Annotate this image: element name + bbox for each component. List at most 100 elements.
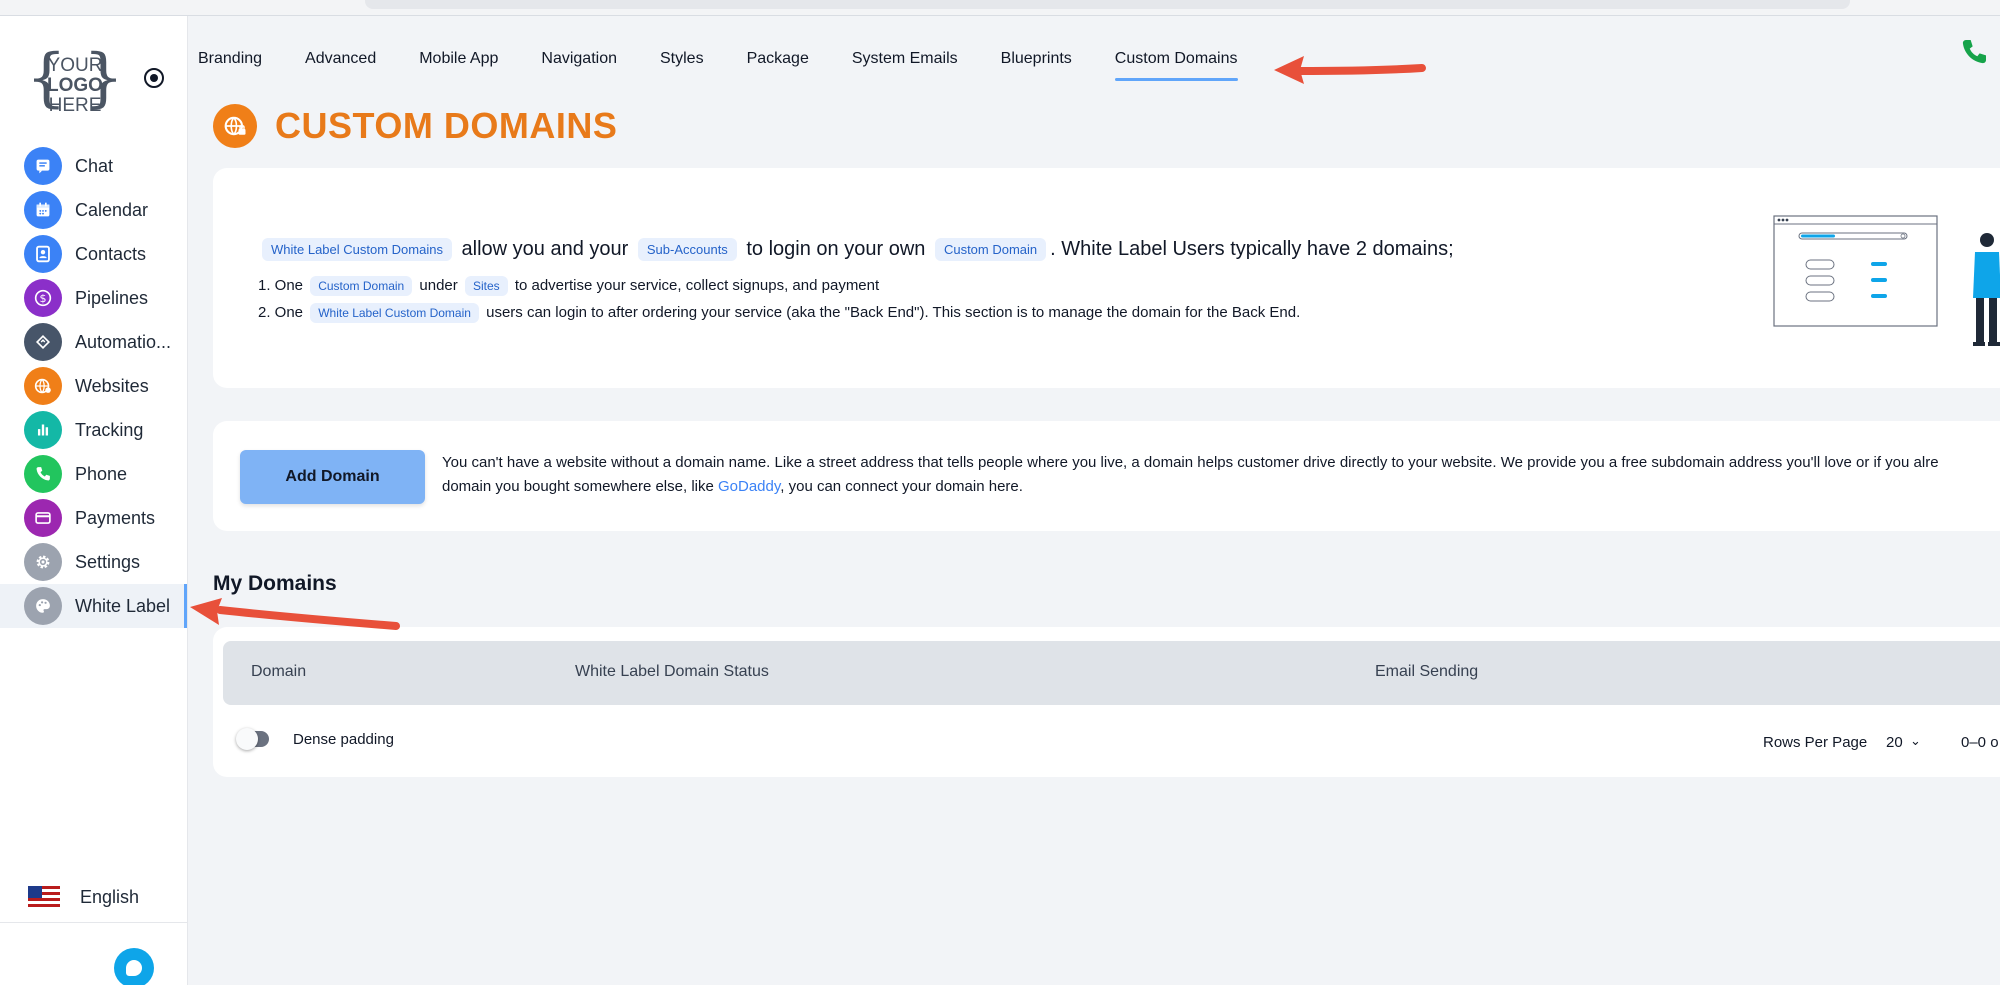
tab-advanced[interactable]: Advanced (305, 46, 376, 86)
sidebar-item-automation[interactable]: Automatio... (0, 320, 187, 364)
domains-table: Domain White Label Domain Status Email S… (213, 627, 2000, 777)
gear-icon (24, 543, 62, 581)
sidebar-item-label: Phone (75, 463, 128, 484)
tab-custom-domains[interactable]: Custom Domains (1114, 46, 1238, 86)
tab-blueprints[interactable]: Blueprints (1001, 46, 1072, 86)
column-header-status[interactable]: White Label Domain Status (575, 663, 769, 681)
page-title: CUSTOM DOMAINS (275, 105, 618, 146)
list-prefix: 2. One (258, 303, 304, 321)
add-domain-button[interactable]: Add Domain (240, 450, 425, 504)
add-domain-card: Add Domain You can't have a website with… (213, 421, 2000, 531)
chip-white-label-custom-domains: White Label Custom Domains (262, 238, 452, 262)
sidebar-item-label: Pipelines (75, 287, 149, 308)
page-header: CUSTOM DOMAINS (213, 104, 617, 148)
info-text: users can login to after ordering your s… (486, 303, 1301, 321)
sidebar-item-label: White Label (75, 595, 171, 616)
chip-custom-domain: Custom Domain (310, 276, 413, 296)
sidebar-item-label: Payments (75, 507, 156, 528)
description-line-1: You can't have a website without a domai… (442, 454, 1939, 471)
list-prefix: 1. One (258, 276, 304, 294)
dense-padding-toggle[interactable] (236, 728, 269, 750)
card-icon (24, 499, 62, 537)
info-list-item-2: 2. One White Label Custom Domain users c… (258, 303, 1300, 323)
sidebar-item-white-label[interactable]: White Label (0, 584, 187, 628)
rows-per-page-select[interactable]: 20 (1886, 734, 1903, 751)
phone-icon (24, 455, 62, 493)
tab-system-emails[interactable]: System Emails (852, 46, 958, 86)
sidebar-item-contacts[interactable]: Contacts (0, 232, 187, 276)
rows-per-page-label: Rows Per Page (1763, 734, 1868, 751)
logo-right-brace: } (83, 41, 124, 115)
illustration-image (1773, 215, 2000, 346)
description-line-2: domain you bought somewhere else, like G… (442, 475, 2000, 499)
chip-sites: Sites (464, 276, 508, 296)
address-bar[interactable] (365, 0, 1850, 9)
sidebar-item-settings[interactable]: Settings (0, 540, 187, 584)
chevron-down-icon[interactable]: ⌄ (1910, 733, 1921, 749)
chip-sub-accounts: Sub-Accounts (637, 238, 737, 262)
sidebar-item-pipelines[interactable]: $ Pipelines (0, 276, 187, 320)
calendar-icon (24, 191, 62, 229)
dense-padding-label: Dense padding (293, 731, 394, 748)
contacts-icon (24, 235, 62, 273)
automation-icon (24, 323, 62, 361)
info-text: under (419, 276, 458, 294)
tab-mobile-app[interactable]: Mobile App (419, 46, 498, 86)
support-chat-icon[interactable] (114, 948, 154, 985)
sidebar-item-payments[interactable]: Payments (0, 496, 187, 540)
sidebar-item-tracking[interactable]: Tracking (0, 408, 187, 452)
tab-styles[interactable]: Styles (660, 46, 704, 86)
table-header: Domain White Label Domain Status Email S… (223, 641, 2000, 705)
sidebar-item-chat[interactable]: Chat (0, 144, 187, 188)
us-flag-icon (28, 886, 60, 908)
godaddy-link[interactable]: GoDaddy (718, 478, 780, 495)
tab-branding[interactable]: Branding (198, 46, 262, 86)
pagination-range: 0–0 o (1961, 734, 1999, 751)
location-switcher-icon[interactable] (144, 68, 164, 88)
tab-package[interactable]: Package (747, 46, 809, 86)
sidebar-divider (0, 922, 187, 923)
sidebar-item-calendar[interactable]: Calendar (0, 188, 187, 232)
chip-custom-domain: Custom Domain (934, 238, 1047, 262)
sidebar-item-label: Calendar (75, 199, 149, 220)
chip-white-label-custom-domain: White Label Custom Domain (310, 303, 479, 323)
info-text: allow you and your (461, 238, 629, 260)
description-text: , you can connect your domain here. (780, 478, 1023, 495)
svg-text:$: $ (40, 292, 47, 305)
globe-icon (24, 367, 62, 405)
dollar-icon: $ (24, 279, 62, 317)
sidebar-nav: Chat Calendar Contacts $ Pipelines Autom… (0, 144, 187, 628)
description-text: domain you bought somewhere else, like (442, 478, 714, 495)
info-text: to advertise your service, collect signu… (514, 276, 880, 294)
palette-icon (24, 587, 62, 625)
phone-icon[interactable] (1958, 36, 1990, 68)
bar-chart-icon (24, 411, 62, 449)
chat-icon (24, 147, 62, 185)
info-intro-line: White Label Custom Domains allow you and… (258, 238, 1454, 262)
sidebar-item-label: Settings (75, 551, 141, 572)
annotation-arrow-icon (190, 598, 400, 630)
sidebar: { YOUR LOGO HERE } Chat Calendar Contact… (0, 16, 188, 985)
annotation-arrow-icon (1274, 56, 1426, 84)
sidebar-item-phone[interactable]: Phone (0, 452, 187, 496)
language-selector[interactable]: English (28, 886, 139, 908)
sidebar-item-label: Automatio... (75, 331, 172, 352)
add-domain-description: You can't have a website without a domai… (442, 451, 2000, 499)
settings-tabs: Branding Advanced Mobile App Navigation … (198, 46, 1281, 86)
info-list-item-1: 1. One Custom Domain under Sites to adve… (258, 276, 879, 296)
sidebar-item-label: Chat (75, 155, 114, 176)
info-card: White Label Custom Domains allow you and… (213, 168, 2000, 388)
globe-lock-icon (213, 104, 257, 148)
logo: { YOUR LOGO HERE } (26, 42, 124, 126)
column-header-email-sending[interactable]: Email Sending (1375, 663, 1478, 681)
sidebar-item-label: Tracking (75, 419, 144, 440)
my-domains-title: My Domains (213, 572, 337, 595)
tab-navigation[interactable]: Navigation (541, 46, 617, 86)
language-label: English (80, 886, 140, 907)
info-text: to login on your own (746, 238, 926, 260)
column-header-domain[interactable]: Domain (251, 663, 306, 681)
info-text: . White Label Users typically have 2 dom… (1050, 238, 1454, 260)
sidebar-item-label: Websites (75, 375, 149, 396)
sidebar-item-label: Contacts (75, 243, 147, 264)
sidebar-item-websites[interactable]: Websites (0, 364, 187, 408)
